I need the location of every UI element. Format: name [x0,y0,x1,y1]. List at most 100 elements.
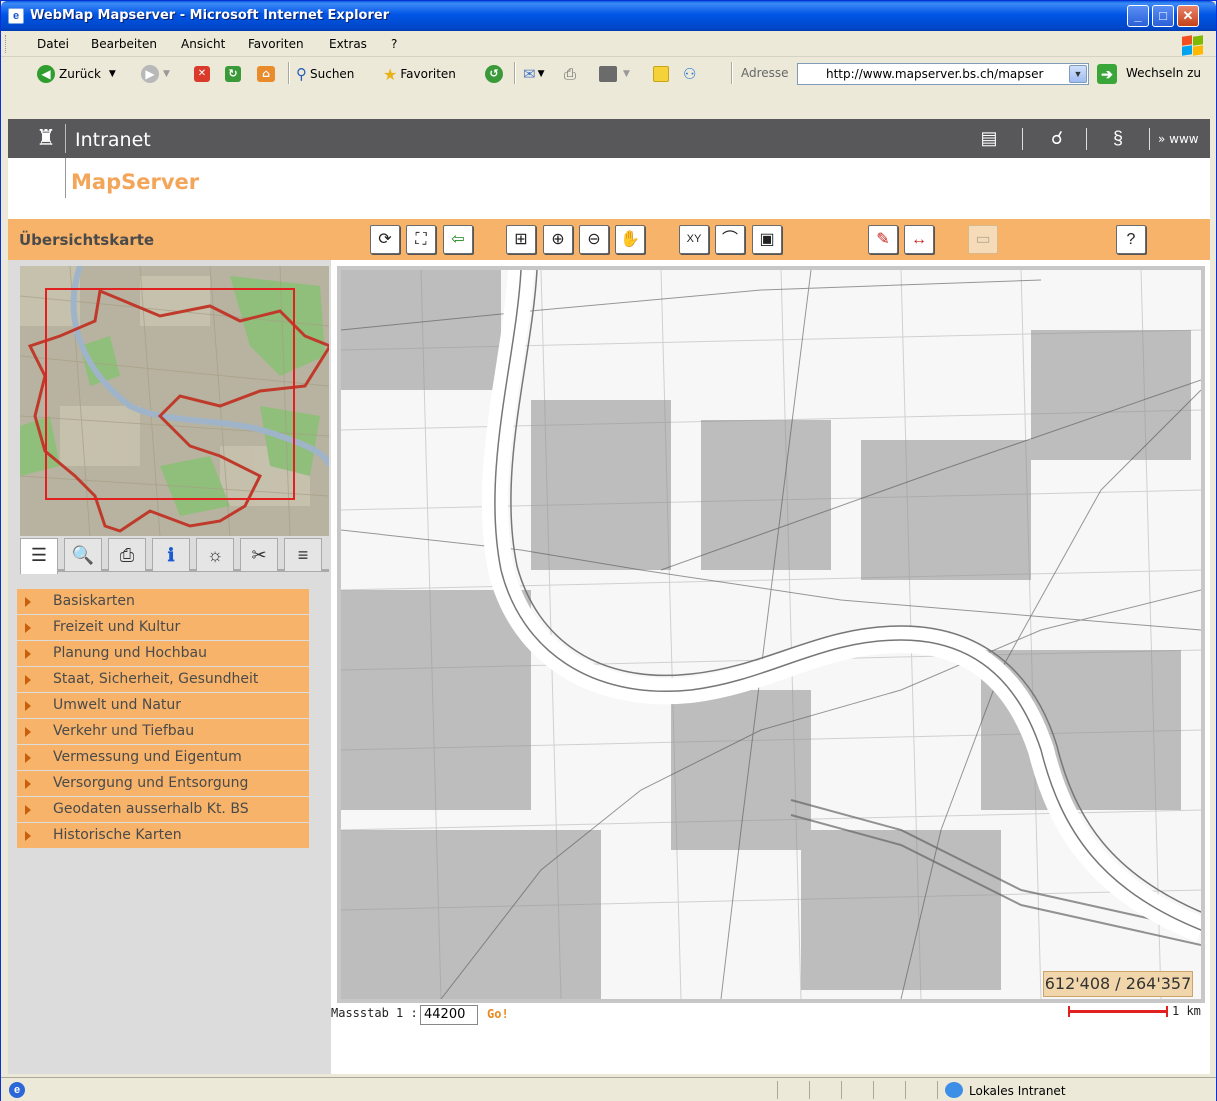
back-button[interactable]: ◀ Zurück ▼ [37,64,116,84]
basel-logo-icon[interactable]: ♜ [36,123,56,153]
mapserver-title: MapServer [71,170,200,194]
go-arrow-icon[interactable]: ➔ [1097,64,1117,84]
tools-tab-icon[interactable]: ✂ [240,538,278,572]
full-extent-icon[interactable]: ⛶ [406,225,436,254]
zoom-in-icon[interactable]: ⊕ [543,225,573,254]
status-cell [841,1081,842,1099]
back-dropdown-icon[interactable]: ▼ [109,69,116,79]
menu-bearbeiten[interactable]: Bearbeiten [91,37,157,51]
www-link[interactable]: » www [1158,132,1199,146]
distance-arrow-icon[interactable]: ↔ [904,225,934,254]
search-people-icon[interactable]: ☌ [1038,125,1076,151]
back-arrow-icon[interactable]: ⇦ [443,225,473,254]
menu-favoriten[interactable]: Favoriten [248,37,304,51]
measure-area-icon[interactable]: ▣ [752,225,782,254]
ie-app-icon: e [8,8,24,24]
menu-grip [5,35,8,53]
layer-category-basiskarten[interactable]: Basiskarten [17,589,309,614]
menu-help[interactable]: ? [391,37,397,51]
layer-category-planung[interactable]: Planung und Hochbau [17,641,309,666]
expand-arrow-icon [25,753,31,763]
expand-arrow-icon [25,701,31,711]
stop-button[interactable]: ✕ [194,64,214,84]
address-value: http://www.mapserver.bs.ch/mapser [826,67,1044,81]
menu-extras[interactable]: Extras [329,37,367,51]
info-tab-icon[interactable]: ℹ [152,538,190,572]
search-label: Suchen [310,67,355,81]
address-dropdown-icon[interactable]: ▼ [1069,65,1087,83]
layer-category-geodaten[interactable]: Geodaten ausserhalb Kt. BS [17,797,309,822]
xy-coordinate-icon[interactable]: XY [679,225,709,254]
layer-category-verkehr[interactable]: Verkehr und Tiefbau [17,719,309,744]
refresh-button[interactable]: ↻ [225,64,245,84]
forward-button[interactable]: ▶ ▼ [141,64,170,84]
help-icon[interactable]: ? [1116,225,1146,254]
favorites-button[interactable]: ★ Favoriten [383,64,456,84]
print-button[interactable]: ⎙ [564,64,576,84]
layer-category-staat[interactable]: Staat, Sicherheit, Gesundheit [17,667,309,692]
overview-title: Übersichtskarte [19,231,155,249]
header-separator [1149,128,1150,150]
scalebar-label: 1 km [1172,1004,1201,1018]
search-tab-icon[interactable]: 🔍 [64,538,102,572]
history-button[interactable]: ↺ [485,64,507,84]
refresh-icon[interactable]: ⟳ [370,225,400,254]
menu-ansicht[interactable]: Ansicht [181,37,225,51]
map-toolbar [8,219,1210,260]
address-input[interactable]: http://www.mapserver.bs.ch/mapser [797,63,1089,85]
mail-dropdown-icon[interactable]: ▼ [538,69,545,79]
layer-category-vermessung[interactable]: Vermessung und Eigentum [17,745,309,770]
scale-value: 44200 [424,1007,466,1022]
expand-arrow-icon [25,649,31,659]
edit-button[interactable]: ▼ [599,64,630,84]
notepad-icon[interactable]: ▤ [976,125,1002,151]
status-cell [873,1081,874,1099]
layer-category-versorgung[interactable]: Versorgung und Entsorgung [17,771,309,796]
mail-icon: ✉ [523,65,536,83]
menu-bar: Datei Bearbeiten Ansicht Favoriten Extra… [1,31,1216,57]
layer-category-label: Vermessung und Eigentum [53,749,242,765]
go-button[interactable]: Wechseln zu [1126,66,1201,80]
pan-hand-icon[interactable]: ✋ [615,225,645,254]
label-text-icon[interactable]: ✎ [868,225,898,254]
layer-category-label: Freizeit und Kultur [53,619,181,635]
mail-button[interactable]: ✉ ▼ [523,64,545,84]
zoom-box-icon[interactable]: ⊞ [506,225,536,254]
main-map-image [341,270,1201,999]
browser-window: e WebMap Mapserver - Microsoft Internet … [0,0,1217,1101]
layer-category-freizeit[interactable]: Freizeit und Kultur [17,615,309,640]
zoom-out-icon[interactable]: ⊖ [579,225,609,254]
minimize-button[interactable]: _ [1127,5,1149,27]
law-book-icon[interactable]: § [1096,125,1140,151]
query-tab-icon[interactable]: ☼ [196,538,234,572]
toolbar-separator [731,62,733,84]
maximize-button[interactable]: □ [1152,5,1174,27]
header-divider [65,124,66,153]
layer-category-historisch[interactable]: Historische Karten [17,823,309,848]
scale-input[interactable]: 44200 [420,1005,478,1025]
intranet-title[interactable]: Intranet [75,129,151,151]
window-title: WebMap Mapserver - Microsoft Internet Ex… [30,8,390,23]
home-button[interactable]: ⌂ [257,64,279,84]
overview-map[interactable] [20,266,329,536]
close-button[interactable]: ✕ [1177,5,1199,27]
legend-tab-icon[interactable]: ☰ [20,538,58,574]
edit-page-icon [599,66,617,82]
search-button[interactable]: ⚲ Suchen [296,64,354,84]
notes-button[interactable] [653,64,669,84]
edit-dropdown-icon[interactable]: ▼ [623,69,630,79]
forward-dropdown-icon[interactable]: ▼ [163,69,170,79]
panel-tabs: ☰ 🔍 ⎙ ℹ ☼ ✂ ≡ [20,538,329,574]
status-cell [937,1081,938,1099]
print-tab-icon[interactable]: ⎙ [108,538,146,572]
layers-tab-icon[interactable]: ≡ [284,538,322,572]
main-map[interactable] [337,266,1205,1003]
messenger-button[interactable]: ⚇ [683,64,696,84]
layer-category-umwelt[interactable]: Umwelt und Natur [17,693,309,718]
menu-datei[interactable]: Datei [37,37,69,51]
layer-category-label: Geodaten ausserhalb Kt. BS [53,801,249,817]
title-bar: e WebMap Mapserver - Microsoft Internet … [1,1,1216,31]
expand-arrow-icon [25,805,31,815]
scale-go-link[interactable]: Go! [487,1007,509,1021]
measure-distance-icon[interactable]: ⌒ [715,225,745,254]
